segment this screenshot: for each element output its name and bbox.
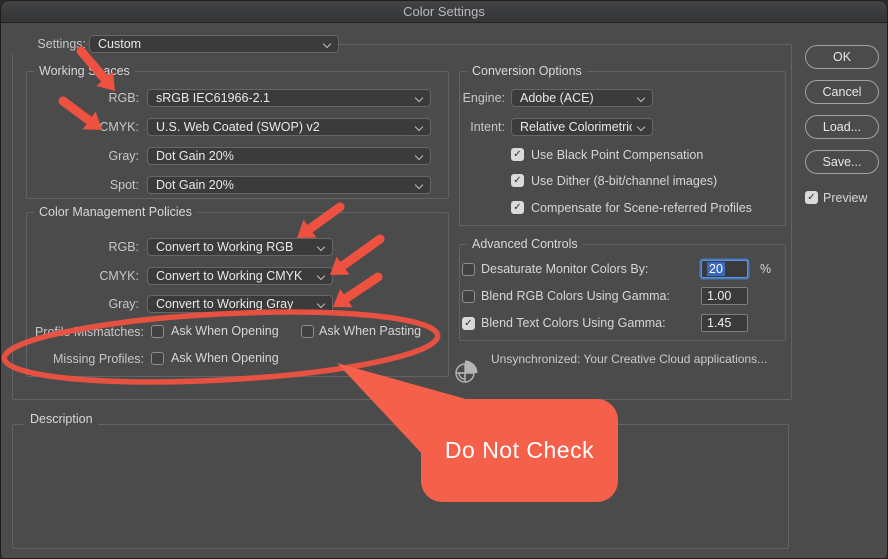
blend-text-gamma-label: Blend Text Colors Using Gamma: — [481, 316, 666, 331]
engine-value: Adobe (ACE) — [520, 91, 594, 105]
sync-status-text: Unsynchronized: Your Creative Cloud appl… — [491, 352, 767, 366]
ws-gray-select[interactable]: Dot Gain 20% — [147, 147, 431, 165]
ws-spot-label: Spot: — [21, 176, 139, 194]
cmp-rgb-value: Convert to Working RGB — [156, 240, 293, 254]
desaturate-percent-unit: % — [760, 262, 771, 277]
do-not-check-callout: Do Not Check — [421, 399, 618, 502]
desaturate-percent-value: 20 — [707, 262, 725, 276]
cmp-cmyk-select[interactable]: Convert to Working CMYK — [147, 267, 333, 285]
creative-cloud-sync-icon — [452, 357, 480, 385]
ws-spot-select[interactable]: Dot Gain 20% — [147, 176, 431, 194]
profile-mismatch-opening-label: Ask When Opening — [171, 324, 279, 339]
chevron-down-icon — [415, 94, 423, 102]
ok-button[interactable]: OK — [805, 45, 879, 69]
cmp-cmyk-value: Convert to Working CMYK — [156, 269, 302, 283]
preview-checkbox[interactable]: ✓ — [805, 191, 818, 204]
intent-label: Intent: — [459, 118, 505, 136]
conversion-options-title: Conversion Options — [467, 64, 587, 78]
preview-label: Preview — [823, 191, 867, 206]
ws-cmyk-label: CMYK: — [21, 118, 139, 136]
settings-label: Settings: — [9, 35, 86, 53]
ws-gray-value: Dot Gain 20% — [156, 149, 234, 163]
blend-rgb-gamma-label: Blend RGB Colors Using Gamma: — [481, 289, 670, 304]
profile-mismatch-pasting-label: Ask When Pasting — [319, 324, 421, 339]
scene-referred-label: Compensate for Scene-referred Profiles — [531, 201, 752, 216]
profile-mismatches-label: Profile Mismatches: — [21, 323, 144, 341]
advanced-controls-title: Advanced Controls — [467, 237, 583, 251]
cmp-gray-select[interactable]: Convert to Working Gray — [147, 295, 333, 313]
blend-text-gamma-checkbox[interactable]: ✓ — [462, 317, 475, 330]
cmp-rgb-select[interactable]: Convert to Working RGB — [147, 238, 333, 256]
dialog-title: Color Settings — [1, 1, 887, 22]
save-button[interactable]: Save... — [805, 150, 879, 174]
profile-mismatch-opening-checkbox[interactable] — [151, 325, 164, 338]
chevron-down-icon — [317, 243, 325, 251]
desaturate-monitor-checkbox[interactable] — [462, 263, 475, 276]
chevron-down-icon — [415, 152, 423, 160]
settings-preset-value: Custom — [98, 37, 141, 51]
cancel-button[interactable]: Cancel — [805, 80, 879, 104]
missing-profiles-opening-label: Ask When Opening — [171, 351, 279, 366]
cmp-gray-label: Gray: — [21, 295, 139, 313]
engine-select[interactable]: Adobe (ACE) — [511, 89, 653, 107]
black-point-compensation-label: Use Black Point Compensation — [531, 148, 703, 163]
desaturate-percent-input[interactable]: 20 — [701, 260, 748, 278]
intent-select[interactable]: Relative Colorimetric — [511, 118, 653, 136]
intent-value: Relative Colorimetric — [520, 120, 632, 134]
blend-rgb-gamma-input[interactable]: 1.00 — [701, 287, 748, 305]
missing-profiles-label: Missing Profiles: — [21, 350, 144, 368]
color-management-title: Color Management Policies — [34, 205, 197, 219]
missing-profiles-opening-checkbox[interactable] — [151, 352, 164, 365]
ws-spot-value: Dot Gain 20% — [156, 178, 234, 192]
engine-label: Engine: — [459, 89, 505, 107]
chevron-down-icon — [317, 272, 325, 280]
working-spaces-title: Working Spaces — [34, 64, 135, 78]
cmp-rgb-label: RGB: — [21, 238, 139, 256]
ws-gray-label: Gray: — [21, 147, 139, 165]
blend-text-gamma-input[interactable]: 1.45 — [701, 314, 748, 332]
ws-rgb-label: RGB: — [21, 89, 139, 107]
chevron-down-icon — [323, 40, 331, 48]
cmp-gray-value: Convert to Working Gray — [156, 297, 293, 311]
chevron-down-icon — [637, 94, 645, 102]
desaturate-monitor-label: Desaturate Monitor Colors By: — [481, 262, 648, 277]
ws-cmyk-value: U.S. Web Coated (SWOP) v2 — [156, 120, 320, 134]
ws-rgb-value: sRGB IEC61966-2.1 — [156, 91, 270, 105]
description-box — [12, 424, 789, 549]
scene-referred-checkbox[interactable]: ✓ — [511, 201, 524, 214]
color-settings-dialog: Color Settings Settings: Custom Working … — [0, 0, 888, 559]
use-dither-label: Use Dither (8-bit/channel images) — [531, 174, 717, 189]
black-point-compensation-checkbox[interactable]: ✓ — [511, 148, 524, 161]
ws-cmyk-select[interactable]: U.S. Web Coated (SWOP) v2 — [147, 118, 431, 136]
settings-preset-select[interactable]: Custom — [89, 35, 339, 53]
use-dither-checkbox[interactable]: ✓ — [511, 174, 524, 187]
ws-rgb-select[interactable]: sRGB IEC61966-2.1 — [147, 89, 431, 107]
chevron-down-icon — [317, 300, 325, 308]
description-title: Description — [25, 412, 98, 426]
profile-mismatch-pasting-checkbox[interactable] — [301, 325, 314, 338]
chevron-down-icon — [637, 123, 645, 131]
title-bar: Color Settings — [1, 1, 887, 23]
chevron-down-icon — [415, 181, 423, 189]
cmp-cmyk-label: CMYK: — [21, 267, 139, 285]
load-button[interactable]: Load... — [805, 115, 879, 139]
callout-text: Do Not Check — [445, 437, 594, 464]
blend-rgb-gamma-checkbox[interactable] — [462, 290, 475, 303]
chevron-down-icon — [415, 123, 423, 131]
